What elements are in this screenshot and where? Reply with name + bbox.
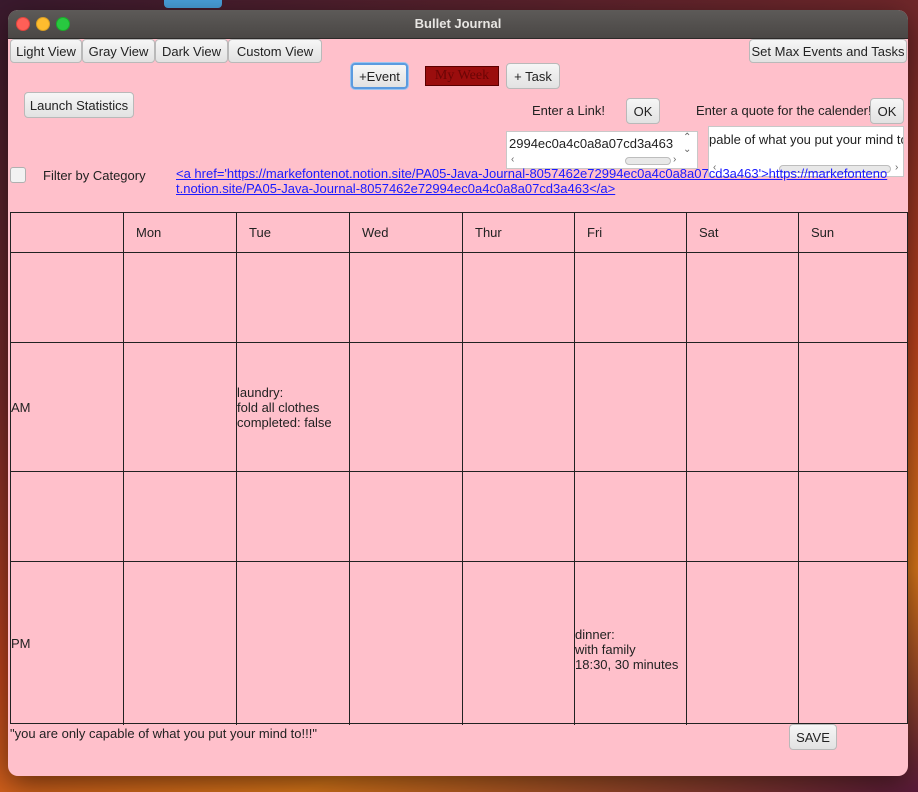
calendar-cell[interactable] [799, 253, 908, 343]
save-button[interactable]: SAVE [789, 724, 837, 750]
day-header-wed: Wed [350, 213, 463, 253]
calendar-cell[interactable] [350, 343, 463, 472]
calendar-cell[interactable] [687, 343, 799, 472]
scroll-left-icon[interactable]: ‹ [511, 154, 514, 165]
filter-category-label: Filter by Category [43, 168, 146, 183]
set-max-events-tasks-button[interactable]: Set Max Events and Tasks [749, 39, 907, 63]
link-ok-button[interactable]: OK [626, 98, 660, 124]
title-bar: Bullet Journal [8, 10, 908, 39]
day-header-sat: Sat [687, 213, 799, 253]
scroll-down-icon[interactable]: ⌄ [683, 144, 691, 155]
window-title: Bullet Journal [414, 16, 502, 31]
scroll-right-icon[interactable]: › [895, 162, 898, 173]
day-header-tue: Tue [237, 213, 350, 253]
calendar-cell[interactable] [237, 472, 350, 562]
calendar-cell[interactable] [124, 253, 237, 343]
week-calendar-grid: Mon Tue Wed Thur Fri Sat Sun AM laundry: fold al… [10, 212, 908, 725]
calendar-cell[interactable] [463, 253, 575, 343]
row-label: AM [11, 343, 124, 472]
link-input[interactable]: 2994ec0a4c0a8a07cd3a463 ⌃ ⌄ ‹ › [506, 131, 698, 169]
calendar-cell[interactable] [237, 253, 350, 343]
row-label [11, 472, 124, 562]
desktop-tab [164, 0, 222, 8]
add-task-button[interactable]: + Task [506, 63, 560, 89]
journal-link[interactable]: <a href='https://markefontenot.notion.si… [176, 166, 888, 196]
calendar-cell[interactable]: dinner: with family 18:30, 30 minutes [575, 562, 687, 725]
calendar-cell[interactable] [575, 472, 687, 562]
quote-prompt: Enter a quote for the calender! [696, 103, 872, 118]
calendar-cell[interactable] [124, 562, 237, 725]
scrollbar-thumb[interactable] [625, 157, 671, 165]
calendar-cell[interactable] [575, 253, 687, 343]
filter-category-checkbox[interactable] [10, 167, 26, 183]
custom-view-button[interactable]: Custom View [228, 39, 322, 63]
link-input-value: 2994ec0a4c0a8a07cd3a463 [509, 136, 674, 151]
calendar-entry: laundry: fold all clothes completed: fal… [237, 385, 332, 430]
launch-statistics-button[interactable]: Launch Statistics [24, 92, 134, 118]
day-header-sun: Sun [799, 213, 908, 253]
gray-view-button[interactable]: Gray View [82, 39, 155, 63]
light-view-button[interactable]: Light View [10, 39, 82, 63]
calendar-cell[interactable] [124, 343, 237, 472]
calendar-cell[interactable] [799, 472, 908, 562]
calendar-cell[interactable] [687, 472, 799, 562]
calendar-cell[interactable] [687, 562, 799, 725]
calendar-entry: dinner: with family 18:30, 30 minutes [575, 627, 679, 672]
calendar-cell[interactable] [124, 472, 237, 562]
calendar-cell[interactable] [463, 472, 575, 562]
calendar-cell[interactable] [350, 253, 463, 343]
quote-input-value: pable of what you put your mind to!!! [709, 132, 904, 147]
calendar-cell[interactable] [350, 472, 463, 562]
row-label: PM [11, 562, 124, 725]
calendar-cell[interactable]: laundry: fold all clothes completed: fal… [237, 343, 350, 472]
calendar-cell[interactable] [463, 343, 575, 472]
calendar-cell[interactable] [799, 562, 908, 725]
link-prompt: Enter a Link! [532, 103, 605, 118]
app-window: Bullet Journal Light View Gray View Dark… [8, 10, 908, 776]
calendar-cell[interactable] [350, 562, 463, 725]
quote-display: "you are only capable of what you put yo… [10, 726, 317, 741]
day-header-mon: Mon [124, 213, 237, 253]
calendar-cell[interactable] [799, 343, 908, 472]
quote-ok-button[interactable]: OK [870, 98, 904, 124]
week-name-label: My Week [425, 66, 499, 86]
day-header-thur: Thur [463, 213, 575, 253]
calendar-cell[interactable] [687, 253, 799, 343]
scroll-right-icon[interactable]: › [673, 154, 676, 165]
corner-header-cell [11, 213, 124, 253]
calendar-cell[interactable] [575, 343, 687, 472]
row-label [11, 253, 124, 343]
dark-view-button[interactable]: Dark View [155, 39, 228, 63]
calendar-cell[interactable] [237, 562, 350, 725]
add-event-button[interactable]: +Event [351, 63, 408, 89]
calendar-cell[interactable] [463, 562, 575, 725]
day-header-fri: Fri [575, 213, 687, 253]
scroll-up-icon[interactable]: ⌃ [683, 132, 691, 143]
